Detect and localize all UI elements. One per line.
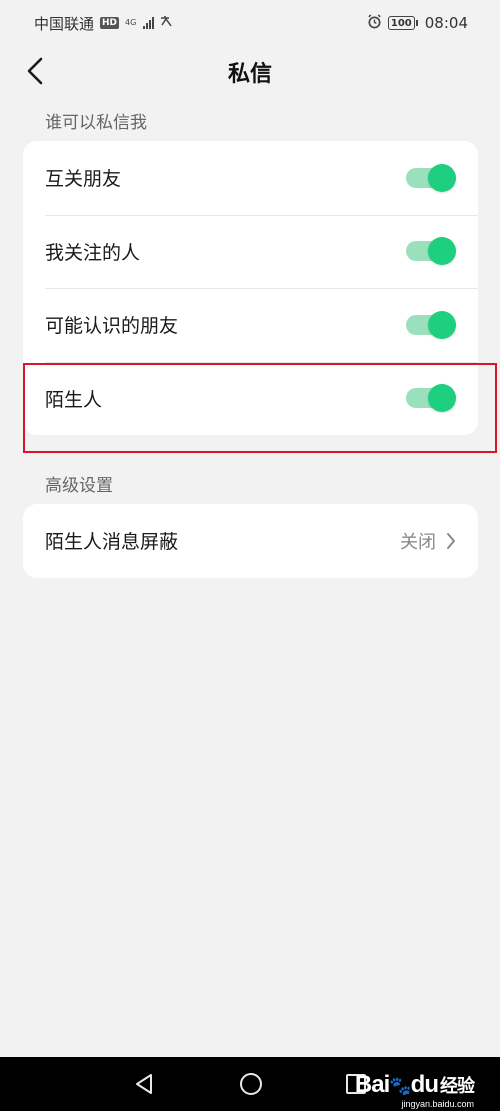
toggle-following[interactable] xyxy=(406,237,456,266)
row-strangers[interactable]: 陌生人 xyxy=(23,361,478,436)
row-value: 关闭 xyxy=(400,531,436,553)
row-stranger-block[interactable]: 陌生人消息屏蔽 关闭 xyxy=(23,504,478,578)
watermark-brand: Bai xyxy=(354,1071,390,1098)
battery-icon: 100 xyxy=(387,16,418,30)
battery-level: 100 xyxy=(390,17,412,29)
toggle-knob xyxy=(428,163,456,192)
row-label: 陌生人消息屏蔽 xyxy=(45,531,179,554)
circle-home-icon xyxy=(240,1073,262,1095)
toggle-knob xyxy=(428,237,456,266)
watermark-brand-2: du xyxy=(410,1071,439,1098)
status-left: 中国联通 HD 4G xyxy=(34,13,174,34)
triangle-back-icon xyxy=(136,1074,152,1094)
baidu-watermark: Bai🐾du 经验 jingyan.baidu.com xyxy=(354,1071,475,1110)
row-label: 可能认识的朋友 xyxy=(45,315,179,338)
toggle-mutual-friends[interactable] xyxy=(406,163,456,192)
card-advanced: 陌生人消息屏蔽 关闭 xyxy=(23,504,478,578)
row-label: 我关注的人 xyxy=(45,241,141,264)
hd-badge: HD xyxy=(100,17,120,29)
signal-icon xyxy=(143,17,155,29)
page-title: 私信 xyxy=(227,62,272,87)
toggle-knob xyxy=(428,310,456,339)
status-bar: 中国联通 HD 4G 100 08:04 xyxy=(0,0,500,46)
clock-time: 08:04 xyxy=(424,14,468,32)
sys-home-button[interactable] xyxy=(236,1057,266,1111)
row-mutual-friends[interactable]: 互关朋友 xyxy=(23,141,478,215)
system-nav-bar: Bai🐾du 经验 jingyan.baidu.com xyxy=(0,1057,500,1111)
row-label: 陌生人 xyxy=(45,388,103,411)
watermark-url: jingyan.baidu.com xyxy=(401,1099,474,1109)
wechat-status-icon xyxy=(160,15,174,31)
card-who-can-message: 互关朋友 我关注的人 可能认识的朋友 陌生人 xyxy=(23,141,478,435)
toggle-may-know[interactable] xyxy=(406,310,456,339)
section-label-who: 谁可以私信我 xyxy=(45,113,147,133)
status-right: 100 08:04 xyxy=(367,13,468,33)
row-may-know[interactable]: 可能认识的朋友 xyxy=(23,288,478,362)
network-type: 4G xyxy=(125,18,137,27)
paw-icon: 🐾 xyxy=(389,1076,411,1096)
alarm-icon xyxy=(367,13,382,33)
chevron-right-icon xyxy=(447,532,455,549)
toggle-knob xyxy=(428,384,456,413)
row-following[interactable]: 我关注的人 xyxy=(23,214,478,289)
row-label: 互关朋友 xyxy=(45,168,122,191)
section-label-advanced: 高级设置 xyxy=(45,476,113,496)
toggle-strangers[interactable] xyxy=(406,384,456,413)
nav-bar: 私信 xyxy=(0,46,500,96)
watermark-cn: 经验 xyxy=(440,1076,475,1096)
carrier-name: 中国联通 xyxy=(34,14,95,33)
sys-back-button[interactable] xyxy=(128,1057,160,1111)
